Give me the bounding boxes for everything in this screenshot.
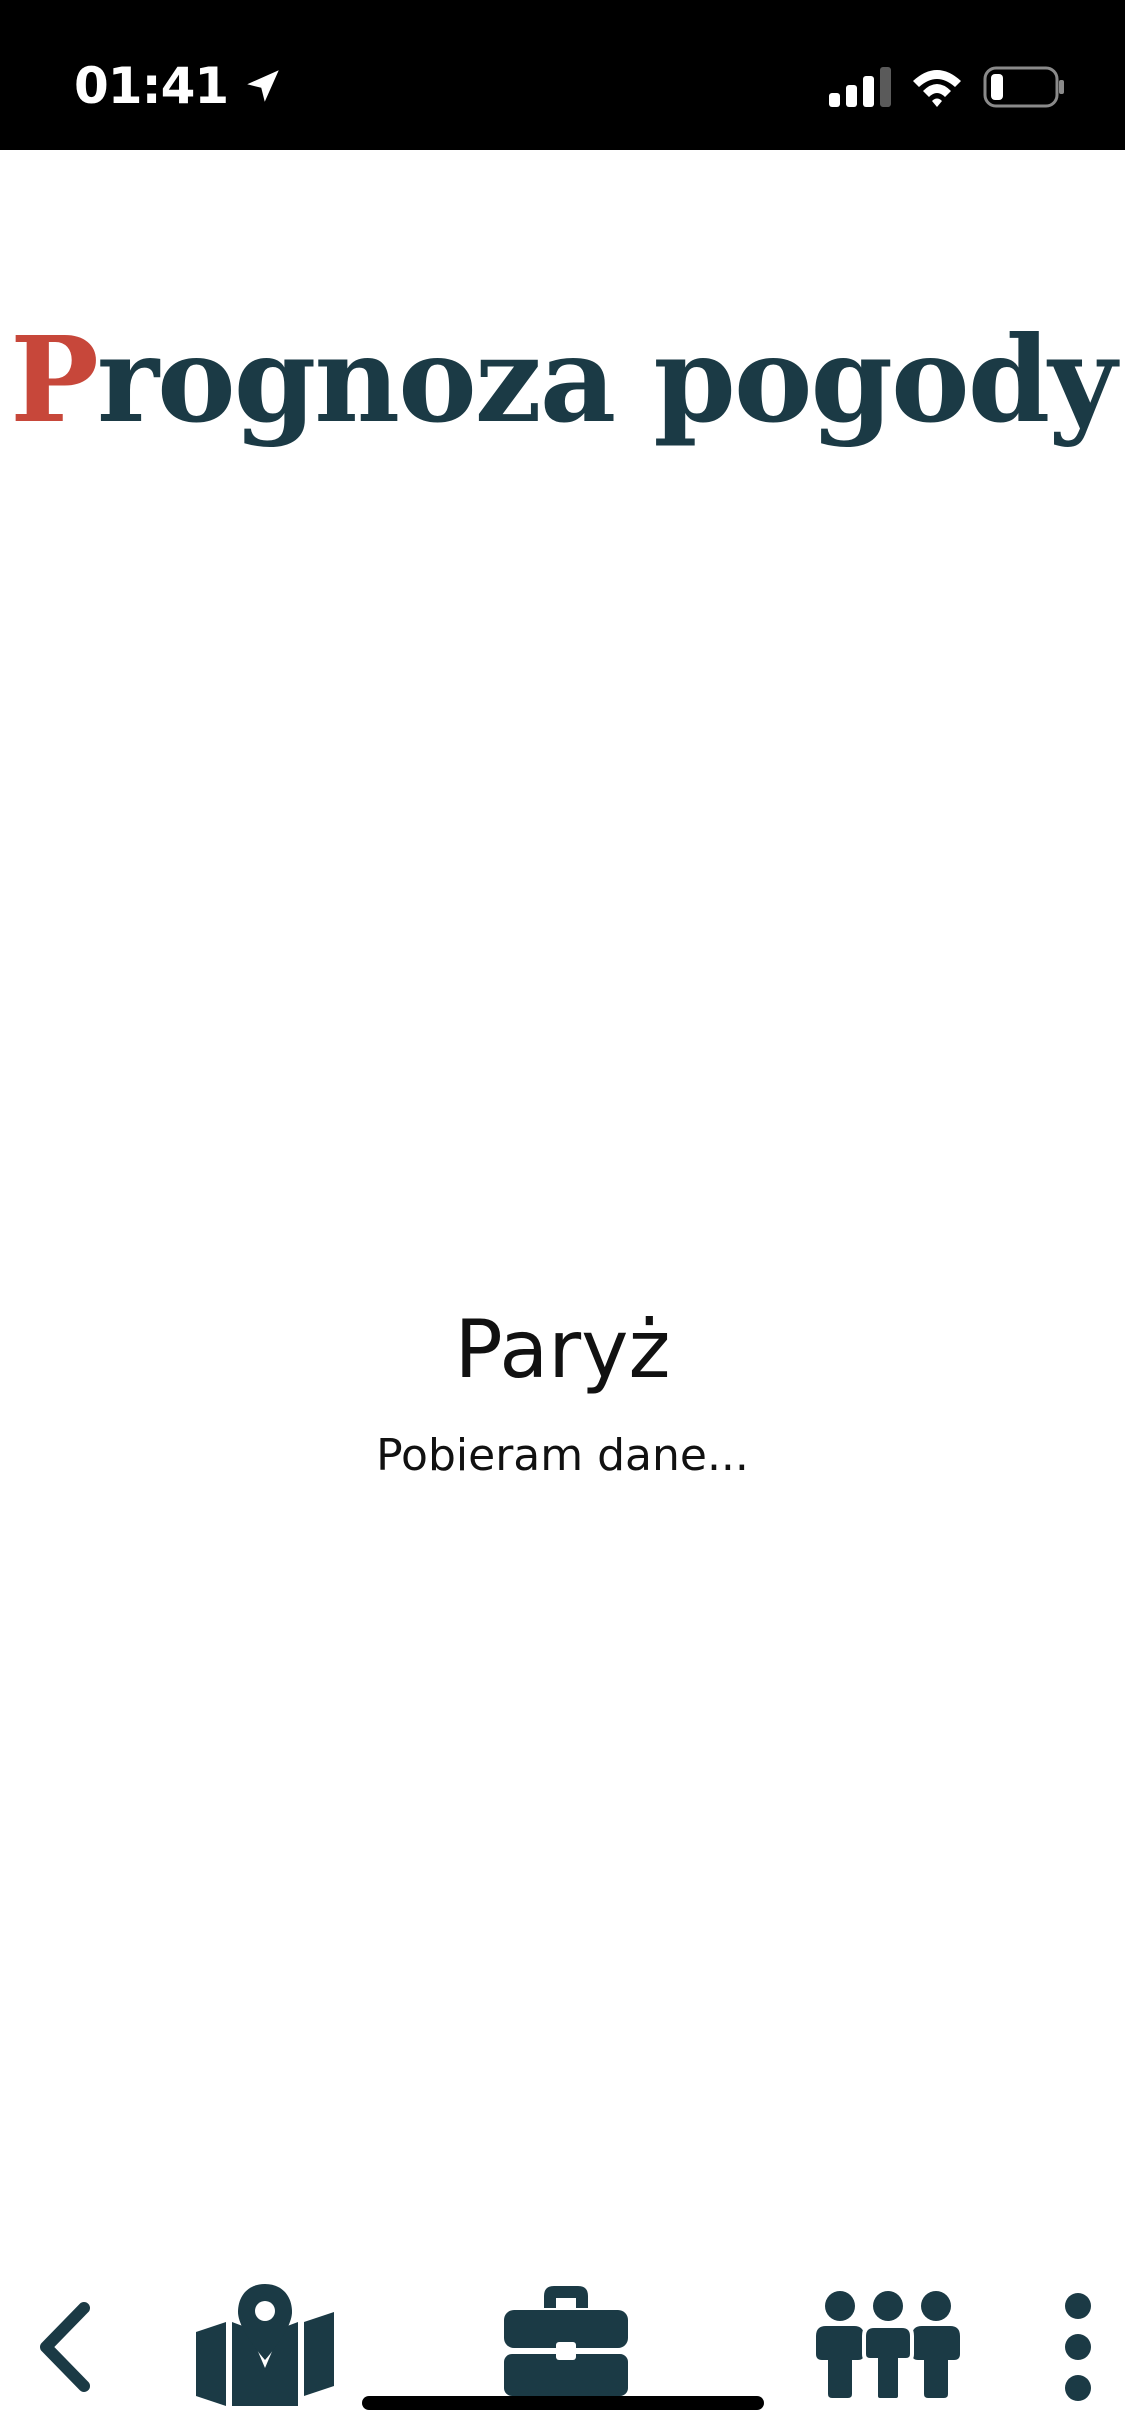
loading-status: Pobieram dane...: [376, 1430, 749, 1481]
more-vertical-icon[interactable]: [1060, 2292, 1096, 2402]
home-indicator[interactable]: [362, 2396, 764, 2410]
page-title: Prognoza pogody: [0, 310, 1125, 450]
page-title-rest: rognoza pogody: [96, 310, 1117, 449]
page-title-first-letter: P: [10, 310, 99, 449]
briefcase-icon[interactable]: [504, 2284, 628, 2396]
status-bar: 01:41: [0, 0, 1125, 150]
app-screen: 01:41 Prognoza pogody Paryż Pobieram dan…: [0, 0, 1125, 2436]
people-icon[interactable]: [812, 2290, 964, 2400]
battery-icon: [983, 66, 1064, 108]
status-indicators: [829, 66, 1065, 108]
wifi-icon: [913, 70, 961, 107]
signal-icon: [829, 67, 891, 107]
location-arrow-icon: [247, 70, 279, 102]
back-icon[interactable]: [34, 2300, 96, 2394]
status-time: 01:41: [74, 57, 229, 115]
city-name: Paryż: [454, 1303, 671, 1396]
map-icon[interactable]: [196, 2284, 334, 2406]
status-time-group: 01:41: [74, 56, 284, 116]
